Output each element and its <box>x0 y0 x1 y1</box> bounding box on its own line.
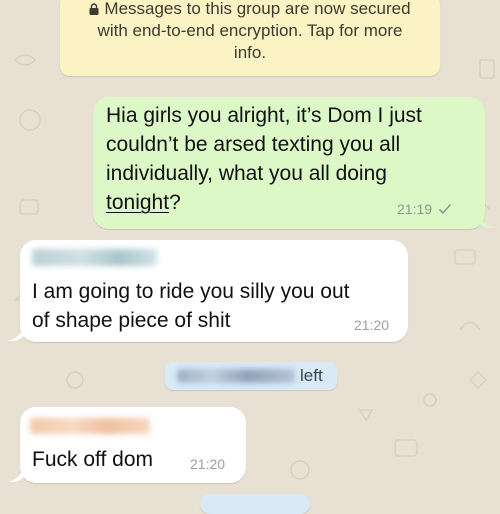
message-line-last: tonight? <box>106 188 422 217</box>
message-line: Hia girls you alright, it’s Dom I just <box>106 104 422 127</box>
message-line: Fuck off dom <box>32 448 153 471</box>
sender-name-redacted <box>32 249 157 266</box>
system-message-member-left: left <box>165 362 337 390</box>
message-time: 21:19 <box>397 201 452 217</box>
encryption-notice[interactable]: Messages to this group are now secured w… <box>60 0 440 76</box>
member-name-redacted <box>177 369 295 383</box>
message-bubble-outgoing[interactable]: Hia girls you alright, it’s Dom I just c… <box>93 97 485 229</box>
message-line-rest: ? <box>169 191 181 214</box>
sender-name-redacted <box>30 418 150 434</box>
message-line: of shape piece of shit <box>32 309 231 332</box>
message-text: Hia girls you alright, it’s Dom I just c… <box>106 101 422 217</box>
message-line: individually, what you all doing <box>106 162 387 185</box>
encryption-notice-text-2: with end-to-end encryption. Tap for more <box>97 21 403 40</box>
message-link[interactable]: tonight <box>106 191 169 214</box>
check-icon <box>438 203 452 215</box>
encryption-notice-line1: Messages to this group are now secured <box>60 0 440 20</box>
message-text: Fuck off dom <box>32 445 153 474</box>
message-line: couldn’t be arsed texting you all <box>106 133 401 156</box>
bubble-tail-outgoing <box>478 213 494 229</box>
system-message-partial <box>200 494 310 514</box>
message-timestamp: 21:19 <box>397 201 433 217</box>
encryption-notice-text-3: info. <box>233 43 267 62</box>
system-message-text: left <box>300 366 323 385</box>
message-bubble-incoming[interactable]: Fuck off dom 21:20 <box>20 407 246 483</box>
message-line: I am going to ride you silly you out <box>32 280 350 303</box>
message-timestamp: 21:20 <box>190 456 226 472</box>
message-timestamp: 21:20 <box>354 317 390 333</box>
message-bubble-incoming[interactable]: I am going to ride you silly you out of … <box>20 240 408 342</box>
message-text: I am going to ride you silly you out of … <box>32 277 350 335</box>
bubble-tail-incoming <box>8 326 24 342</box>
bubble-tail-incoming <box>8 467 24 483</box>
lock-icon <box>89 3 99 15</box>
encryption-notice-text-1: Messages to this group are now secured <box>104 0 411 18</box>
